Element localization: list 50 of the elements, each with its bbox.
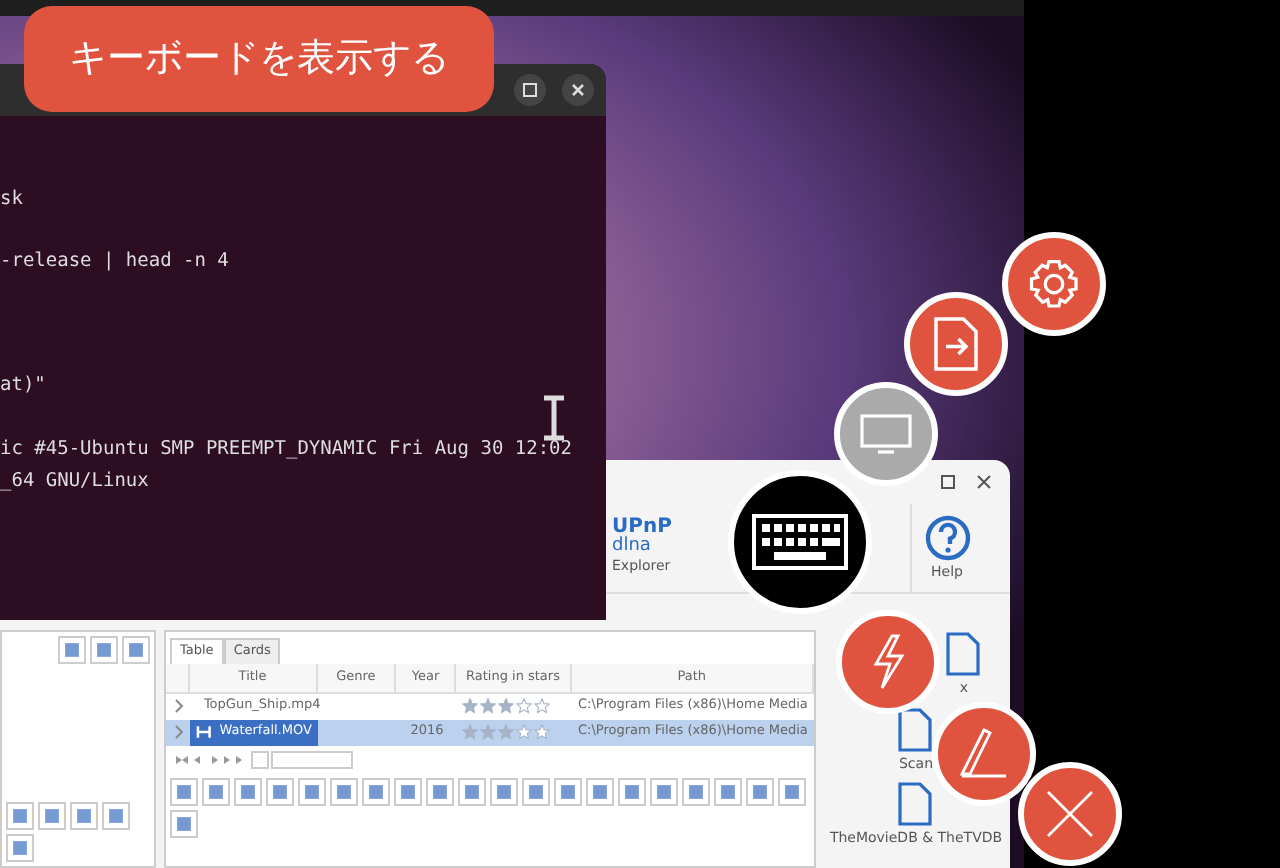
settings-icon bbox=[1024, 254, 1084, 314]
toolbar-icon[interactable] bbox=[170, 809, 198, 837]
film-icon bbox=[195, 724, 212, 740]
toolbar-icon[interactable] bbox=[170, 777, 198, 805]
toolbar-icon[interactable] bbox=[58, 636, 86, 664]
toolbar-icon[interactable] bbox=[362, 777, 390, 805]
toolbar-icon[interactable] bbox=[714, 777, 742, 805]
toolbar-icon[interactable] bbox=[650, 777, 678, 805]
file-arrow-icon bbox=[930, 314, 982, 374]
toolbar-icon[interactable] bbox=[38, 802, 66, 830]
toolbar-icon[interactable] bbox=[746, 777, 774, 805]
text-cursor-icon bbox=[540, 394, 568, 442]
toolbar-icon[interactable] bbox=[102, 802, 130, 830]
toolbar-icon[interactable] bbox=[266, 777, 294, 805]
maximize-icon[interactable] bbox=[938, 472, 958, 492]
toolbar-icon[interactable] bbox=[618, 777, 646, 805]
toolbar-icon[interactable] bbox=[234, 777, 262, 805]
terminal-line: sk bbox=[0, 186, 25, 214]
toolbar-icon[interactable] bbox=[490, 777, 518, 805]
toolbar-icon[interactable] bbox=[330, 777, 358, 805]
monitor-icon bbox=[858, 412, 914, 456]
close-icon bbox=[1044, 788, 1096, 840]
settings-button[interactable] bbox=[1002, 232, 1106, 336]
toolbar-icon[interactable] bbox=[122, 636, 150, 664]
toolbar-icon[interactable] bbox=[90, 636, 118, 664]
lightning-icon bbox=[868, 632, 908, 692]
help-icon bbox=[923, 513, 971, 562]
toolbar-icon[interactable] bbox=[202, 777, 230, 805]
toolbar-icon[interactable] bbox=[522, 777, 550, 805]
close-icon[interactable] bbox=[562, 74, 594, 106]
terminal-line: ic #45-Ubuntu SMP PREEMPT_DYNAMIC Fri Aug 30 12:02 bbox=[0, 436, 574, 464]
toolbar-icon[interactable] bbox=[6, 802, 34, 830]
toolbar-icon[interactable] bbox=[426, 777, 454, 805]
close-button[interactable] bbox=[1018, 762, 1122, 866]
toolbar-icon[interactable] bbox=[586, 777, 614, 805]
terminal-line: _64 GNU/Linux bbox=[0, 468, 151, 496]
terminal-line: at)" bbox=[0, 372, 48, 400]
keyboard-icon bbox=[752, 514, 848, 570]
toolbar-icon[interactable] bbox=[298, 777, 326, 805]
toolbar-icon[interactable] bbox=[682, 777, 710, 805]
toolbar-icon[interactable] bbox=[6, 834, 34, 862]
toolbar-icon[interactable] bbox=[554, 777, 582, 805]
terminal-line: -release | head -n 4 bbox=[0, 248, 231, 276]
toolbar-icon[interactable] bbox=[458, 777, 486, 805]
toolbar-icon[interactable] bbox=[394, 777, 422, 805]
close-icon[interactable] bbox=[974, 472, 994, 492]
maximize-icon[interactable] bbox=[514, 74, 546, 106]
toolbar-icon[interactable] bbox=[778, 777, 806, 805]
toast-message: キーボードを表示する bbox=[24, 6, 494, 112]
toolbar-icon[interactable] bbox=[70, 802, 98, 830]
